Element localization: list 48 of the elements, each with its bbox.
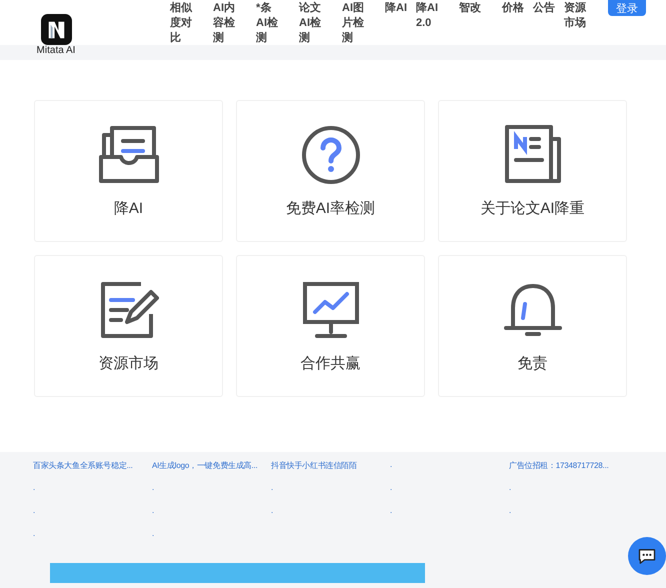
nav-link[interactable]: AI图片检测 bbox=[342, 1, 365, 46]
ad-link[interactable]: . bbox=[509, 506, 639, 529]
feature-card[interactable]: 资源市场 bbox=[34, 255, 223, 397]
nav-link[interactable]: 智改 bbox=[459, 1, 482, 46]
card-title: 资源市场 bbox=[98, 354, 158, 372]
ad-link[interactable]: . bbox=[33, 529, 152, 552]
logo-text: Mitata AI bbox=[36, 45, 76, 56]
newspaper-icon bbox=[502, 124, 562, 184]
card-title: 关于论文AI降重 bbox=[480, 198, 585, 218]
card-title: 降AI bbox=[114, 198, 144, 218]
feature-card[interactable]: 免责 bbox=[438, 255, 627, 397]
nav-link[interactable]: AI内容检测 bbox=[213, 1, 236, 46]
nav-link[interactable]: 降AI bbox=[385, 1, 408, 46]
feature-card[interactable]: 合作共赢 bbox=[236, 255, 425, 397]
ad-link[interactable]: . bbox=[271, 506, 390, 529]
question-icon bbox=[300, 124, 360, 184]
ad-link[interactable]: . bbox=[33, 506, 152, 529]
nav-link[interactable]: 价格 bbox=[502, 1, 525, 46]
ad-link[interactable]: 抖音快手小红书连信陌陌 bbox=[271, 460, 390, 483]
ad-link[interactable]: . bbox=[271, 483, 390, 506]
nav-link[interactable]: 降AI2.0 bbox=[416, 1, 444, 46]
ad-link[interactable]: AI生成logo，一键免费生成高... bbox=[152, 460, 271, 483]
chat-icon bbox=[637, 548, 657, 564]
nav-link[interactable]: 论文AI检测 bbox=[299, 1, 322, 46]
ad-link[interactable]: . bbox=[33, 483, 152, 506]
nav-link[interactable]: *条AI检测 bbox=[256, 1, 279, 46]
ad-link[interactable]: . bbox=[390, 483, 509, 506]
ad-link[interactable]: 百家头条大鱼全系账号稳定... bbox=[33, 460, 152, 483]
card-title: 合作共赢 bbox=[300, 354, 360, 372]
ad-link[interactable]: . bbox=[509, 483, 639, 506]
ad-link[interactable]: . bbox=[152, 529, 271, 552]
ad-link[interactable]: 广告位招租：17348717728... bbox=[509, 460, 639, 483]
login-button[interactable]: 登录 bbox=[608, 0, 646, 16]
ad-link[interactable]: . bbox=[390, 506, 509, 529]
ad-link[interactable]: . bbox=[152, 483, 271, 506]
edit-document-icon bbox=[98, 280, 158, 340]
nav-link[interactable]: 相似度对比 bbox=[170, 1, 193, 46]
ad-link[interactable]: . bbox=[152, 506, 271, 529]
feature-card[interactable]: 免费AI率检测 bbox=[236, 100, 425, 242]
ad-link[interactable]: . bbox=[390, 460, 509, 483]
chart-monitor-icon bbox=[300, 280, 360, 340]
nav-link[interactable]: 公告 bbox=[533, 1, 556, 46]
nav-link[interactable]: 资源市场 bbox=[564, 1, 587, 46]
card-title: 免费AI率检测 bbox=[286, 198, 376, 218]
inbox-tray-icon bbox=[98, 124, 158, 184]
feature-card[interactable]: 降AI bbox=[34, 100, 223, 242]
card-title: 免责 bbox=[518, 354, 548, 372]
feature-card[interactable]: 关于论文AI降重 bbox=[438, 100, 627, 242]
